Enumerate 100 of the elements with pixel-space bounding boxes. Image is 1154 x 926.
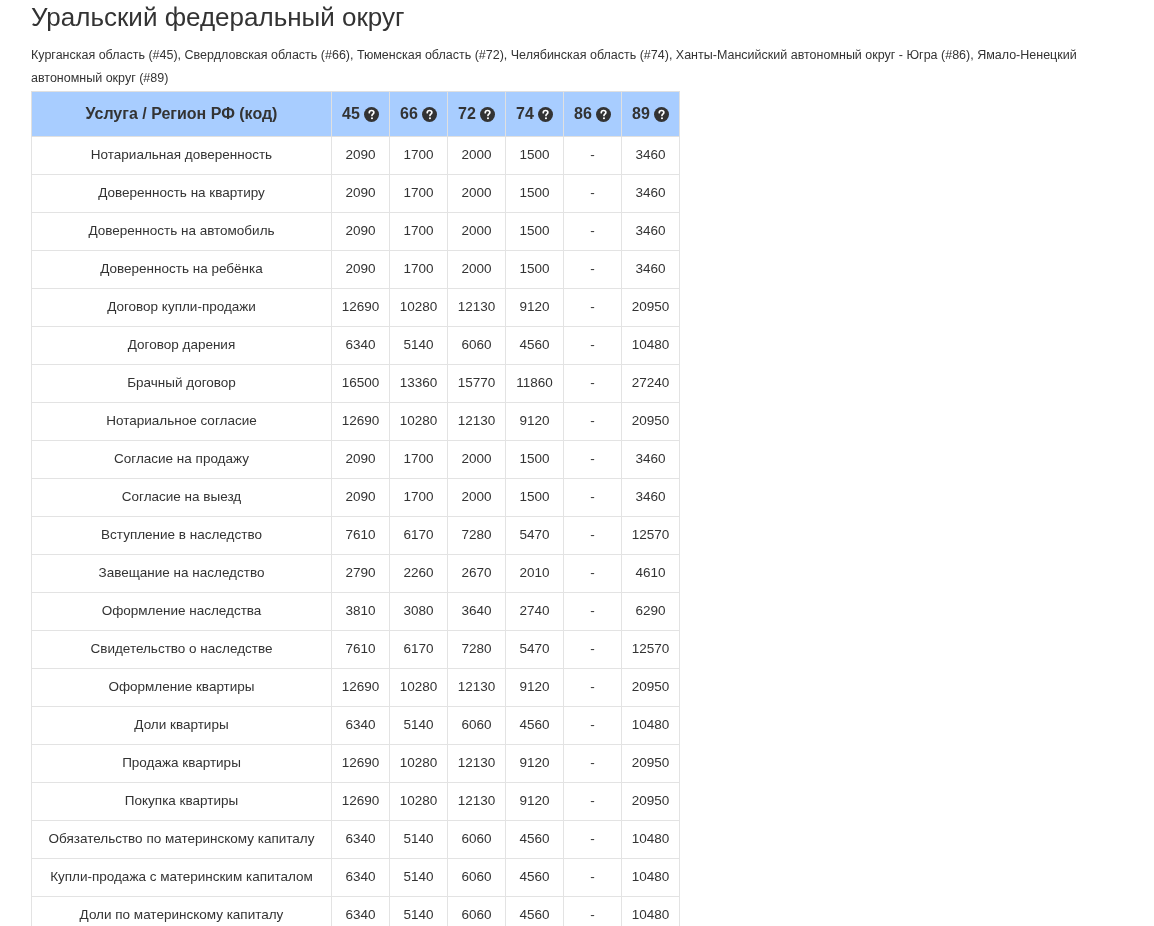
service-cell: Оформление наследства <box>31 592 332 631</box>
price-cell: 2000 <box>447 440 506 479</box>
price-cell: 12130 <box>447 402 506 441</box>
price-cell: 12570 <box>621 516 680 555</box>
price-cell: 1500 <box>505 478 564 517</box>
price-cell: 6060 <box>447 820 506 859</box>
help-icon[interactable] <box>537 106 553 122</box>
price-cell: 12690 <box>331 288 390 327</box>
price-cell: - <box>563 820 622 859</box>
price-cell: 3460 <box>621 478 680 517</box>
price-cell: 10280 <box>389 782 448 821</box>
price-cell: 3080 <box>389 592 448 631</box>
price-cell: 20950 <box>621 744 680 783</box>
service-cell: Покупка квартиры <box>31 782 332 821</box>
price-cell: 4560 <box>505 326 564 365</box>
service-cell: Вступление в наследство <box>31 516 332 555</box>
price-cell: 6060 <box>447 326 506 365</box>
service-cell: Согласие на выезд <box>31 478 332 517</box>
help-icon[interactable] <box>653 106 669 122</box>
price-cell: 27240 <box>621 364 680 403</box>
price-cell: 6340 <box>331 326 390 365</box>
price-cell: 12130 <box>447 288 506 327</box>
service-cell: Свидетельство о наследстве <box>31 630 332 669</box>
price-cell: 10280 <box>389 668 448 707</box>
price-cell: 5140 <box>389 706 448 745</box>
service-cell: Продажа квартиры <box>31 744 332 783</box>
price-cell: 4560 <box>505 706 564 745</box>
price-cell: 6340 <box>331 820 390 859</box>
service-cell: Доверенность на ребёнка <box>31 250 332 289</box>
price-cell: 6340 <box>331 706 390 745</box>
column-header: 74 <box>505 91 564 137</box>
service-cell: Завещание на наследство <box>31 554 332 593</box>
price-cell: 10480 <box>621 820 680 859</box>
service-cell: Брачный договор <box>31 364 332 403</box>
service-cell: Купли-продажа с материнским капиталом <box>31 858 332 897</box>
price-cell: 3640 <box>447 592 506 631</box>
price-cell: 2090 <box>331 212 390 251</box>
price-cell: 2090 <box>331 478 390 517</box>
price-cell: - <box>563 174 622 213</box>
price-cell: 1500 <box>505 212 564 251</box>
price-cell: - <box>563 668 622 707</box>
price-cell: - <box>563 744 622 783</box>
help-icon[interactable] <box>479 106 495 122</box>
service-cell: Нотариальное согласие <box>31 402 332 441</box>
price-cell: 12690 <box>331 782 390 821</box>
price-cell: 2790 <box>331 554 390 593</box>
price-cell: - <box>563 136 622 175</box>
price-cell: 2090 <box>331 174 390 213</box>
price-cell: 20950 <box>621 782 680 821</box>
help-icon[interactable] <box>421 106 437 122</box>
price-cell: 11860 <box>505 364 564 403</box>
price-cell: 12130 <box>447 668 506 707</box>
column-header: Услуга / Регион РФ (код) <box>31 91 332 137</box>
service-cell: Договор купли-продажи <box>31 288 332 327</box>
price-cell: 5470 <box>505 630 564 669</box>
price-cell: 12130 <box>447 744 506 783</box>
price-cell: 20950 <box>621 288 680 327</box>
price-cell: - <box>563 554 622 593</box>
help-icon[interactable] <box>363 106 379 122</box>
price-cell: 4610 <box>621 554 680 593</box>
price-cell: 1700 <box>389 212 448 251</box>
price-cell: 15770 <box>447 364 506 403</box>
price-cell: 10480 <box>621 326 680 365</box>
price-cell: 6060 <box>447 706 506 745</box>
price-cell: 2000 <box>447 478 506 517</box>
price-cell: 2010 <box>505 554 564 593</box>
price-cell: 10280 <box>389 288 448 327</box>
price-cell: 3460 <box>621 212 680 251</box>
price-cell: 3460 <box>621 440 680 479</box>
page-title: Уральский федеральный округ <box>31 1 405 32</box>
price-cell: 2090 <box>331 136 390 175</box>
price-cell: 2670 <box>447 554 506 593</box>
price-cell: - <box>563 858 622 897</box>
price-cell: 1500 <box>505 136 564 175</box>
price-cell: 20950 <box>621 668 680 707</box>
price-cell: 2000 <box>447 250 506 289</box>
price-cell: 1700 <box>389 440 448 479</box>
price-cell: 12690 <box>331 668 390 707</box>
price-cell: - <box>563 326 622 365</box>
service-cell: Нотариальная доверенность <box>31 136 332 175</box>
service-cell: Доверенность на квартиру <box>31 174 332 213</box>
price-cell: 10480 <box>621 706 680 745</box>
price-cell: 12130 <box>447 782 506 821</box>
price-cell: 7280 <box>447 630 506 669</box>
price-cell: 1500 <box>505 250 564 289</box>
price-cell: - <box>563 288 622 327</box>
price-cell: - <box>563 516 622 555</box>
price-cell: 3460 <box>621 250 680 289</box>
price-cell: - <box>563 402 622 441</box>
price-cell: - <box>563 212 622 251</box>
price-cell: - <box>563 364 622 403</box>
regions-list: Курганская область (#45), Свердловская область (#66), Тюменская область (#72), Челябинская область (#74), Ханты-Мансийский автономный округ - Югра (#86), Ямало-Ненецкий автономный округ (#89) <box>31 44 1142 90</box>
price-cell: 6170 <box>389 630 448 669</box>
price-cell: 13360 <box>389 364 448 403</box>
help-icon[interactable] <box>595 106 611 122</box>
price-cell: 2000 <box>447 174 506 213</box>
price-cell: 12690 <box>331 402 390 441</box>
service-cell: Доли по материнскому капиталу <box>31 896 332 926</box>
price-cell: 4560 <box>505 820 564 859</box>
price-cell: 6340 <box>331 858 390 897</box>
